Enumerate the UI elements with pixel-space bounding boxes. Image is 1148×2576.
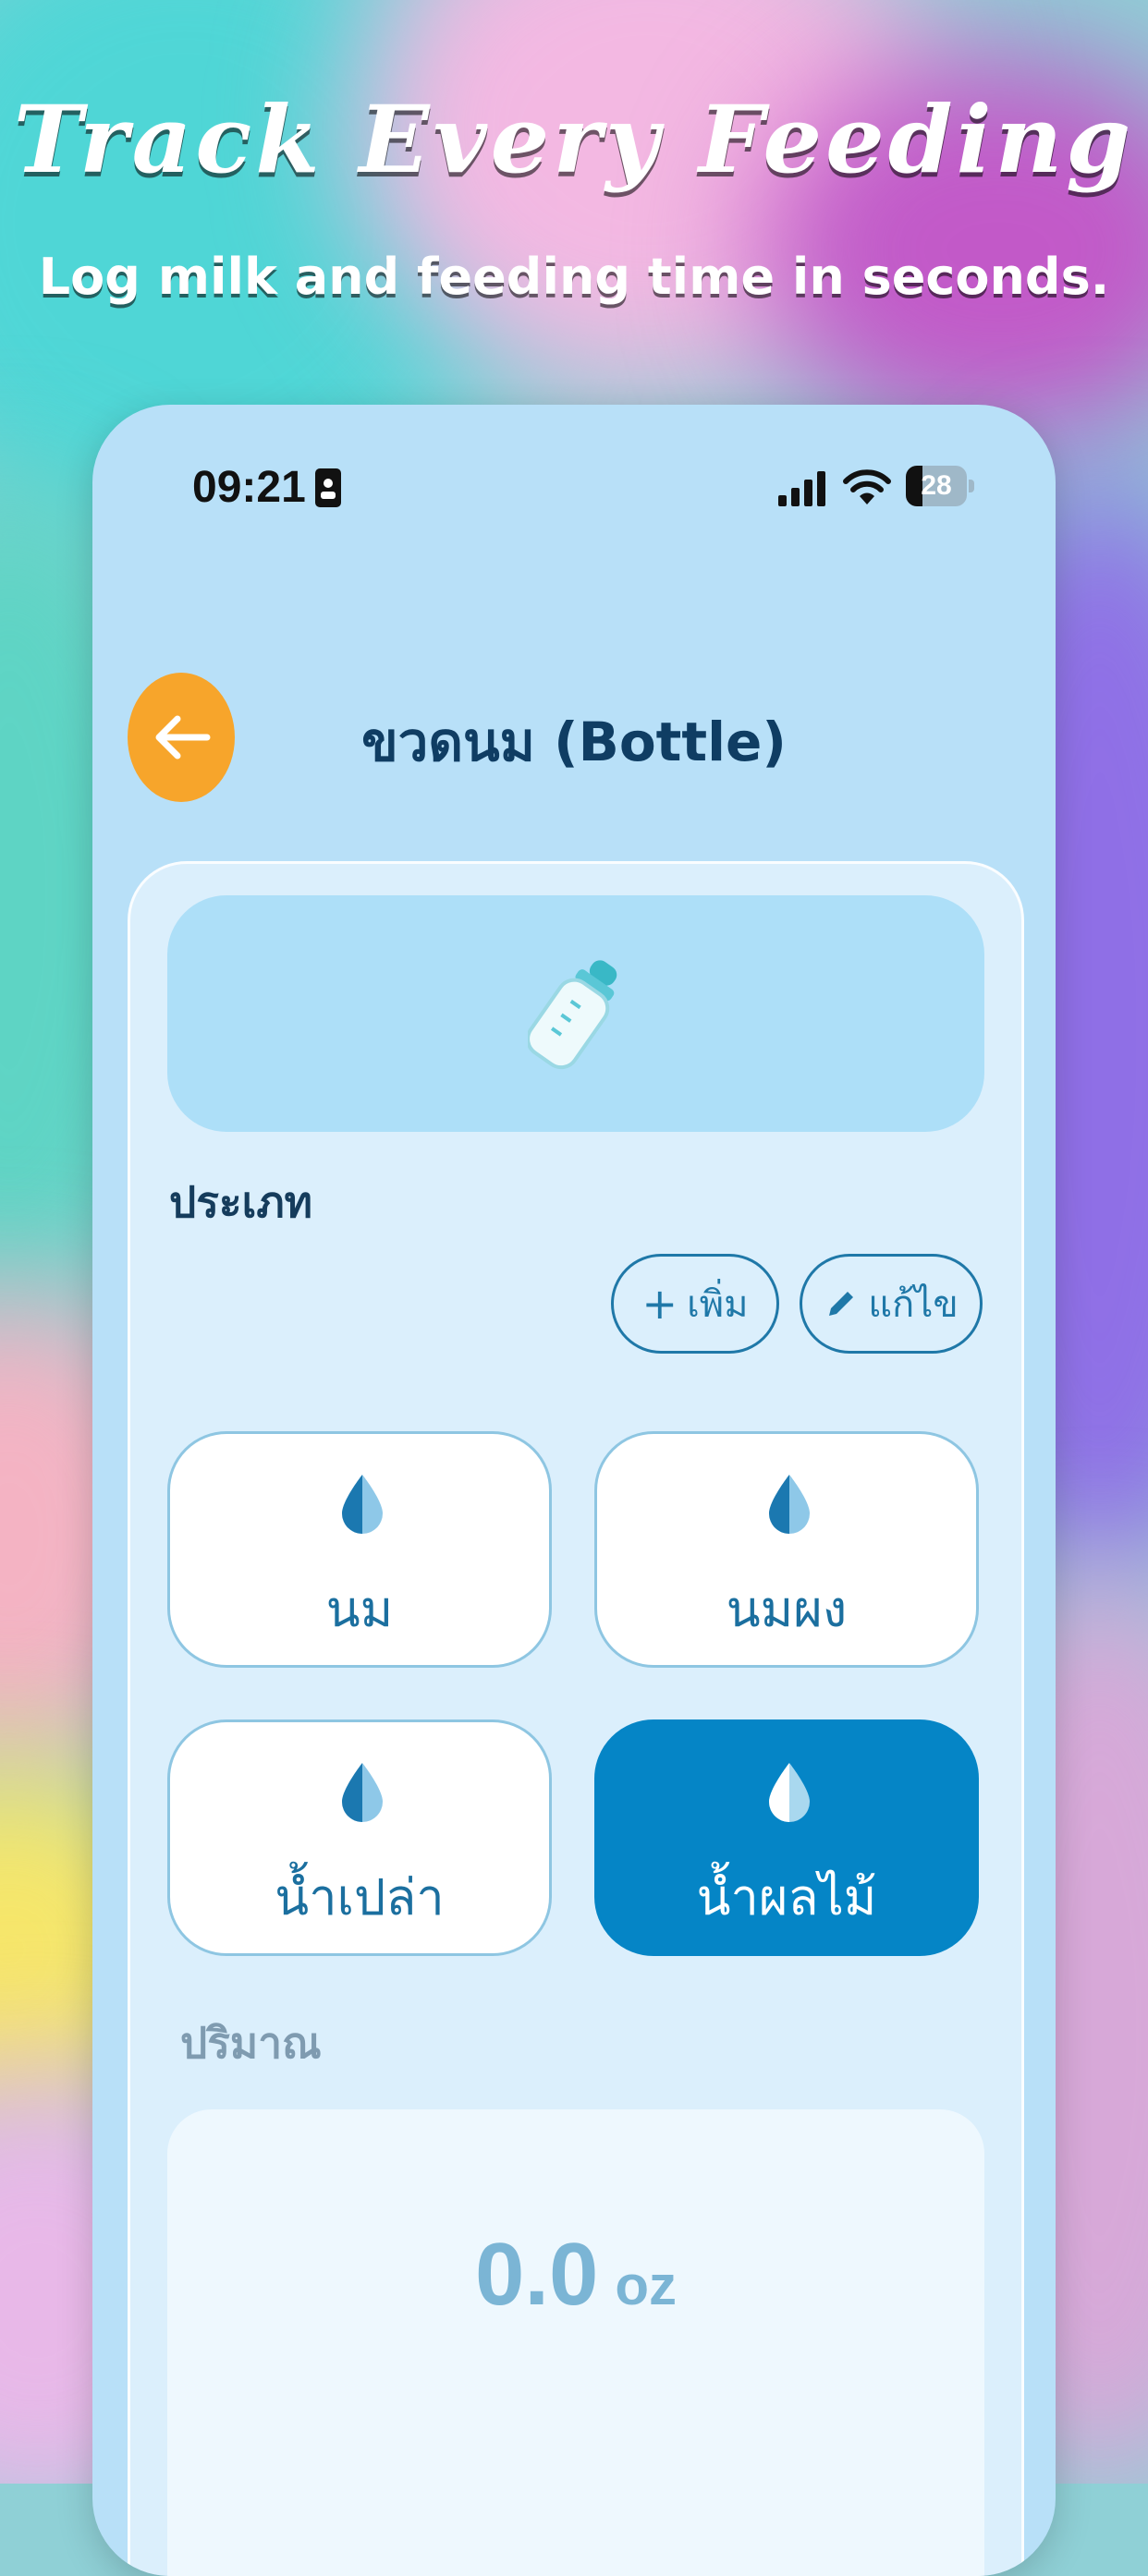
baby-bottle-icon [528, 960, 617, 1070]
feeding-form-card: ประเภท + เพิ่ม แก้ไข นม นมผง น้ำเปล่า น้… [128, 861, 1024, 2576]
type-option-formula[interactable]: นมผง [594, 1431, 979, 1668]
quantity-section-label: ปริมาณ [180, 2018, 322, 2068]
phone-screen: 09:21 28 ขวดนม (Bottle) ประเภท + เพิ่ม แ… [92, 405, 1056, 2576]
drop-icon [342, 1763, 383, 1822]
plus-icon: + [641, 1279, 678, 1329]
type-option-label: น้ำเปล่า [275, 1868, 445, 1926]
add-type-label: เพิ่ม [687, 1283, 749, 1326]
type-option-water[interactable]: น้ำเปล่า [167, 1719, 552, 1956]
page-title: ขวดนม (Bottle) [361, 711, 787, 773]
id-card-icon [315, 468, 341, 507]
drop-icon [342, 1475, 383, 1534]
battery-level: 28 [921, 470, 952, 501]
pencil-icon [829, 1292, 854, 1316]
type-option-label: นมผง [726, 1580, 848, 1638]
edit-type-button[interactable]: แก้ไข [800, 1254, 983, 1354]
type-option-juice[interactable]: น้ำผลไม้ [594, 1719, 979, 1956]
hero-banner [167, 895, 984, 1132]
drop-icon [769, 1763, 810, 1822]
type-section-label: ประเภท [169, 1177, 312, 1227]
signal-icon [778, 471, 825, 506]
type-option-label: นม [325, 1580, 394, 1638]
status-time: 09:21 [192, 463, 306, 512]
amount-display: 0.0 oz [167, 2224, 984, 2326]
promo-subtitle: Log milk and feeding time in seconds. [38, 248, 1110, 306]
amount-input[interactable]: 0.0 oz [167, 2109, 984, 2576]
drop-icon [769, 1475, 810, 1534]
type-option-milk[interactable]: นม [167, 1431, 552, 1668]
wifi-icon [843, 469, 891, 504]
add-type-button[interactable]: + เพิ่ม [611, 1254, 779, 1354]
promo-title: Track Every Feeding [13, 85, 1135, 194]
edit-type-label: แก้ไข [868, 1283, 959, 1326]
amount-value: 0.0 [474, 2225, 599, 2324]
battery-icon: 28 [906, 466, 976, 506]
type-option-label: น้ำผลไม้ [696, 1868, 877, 1926]
amount-unit: oz [615, 2254, 678, 2316]
